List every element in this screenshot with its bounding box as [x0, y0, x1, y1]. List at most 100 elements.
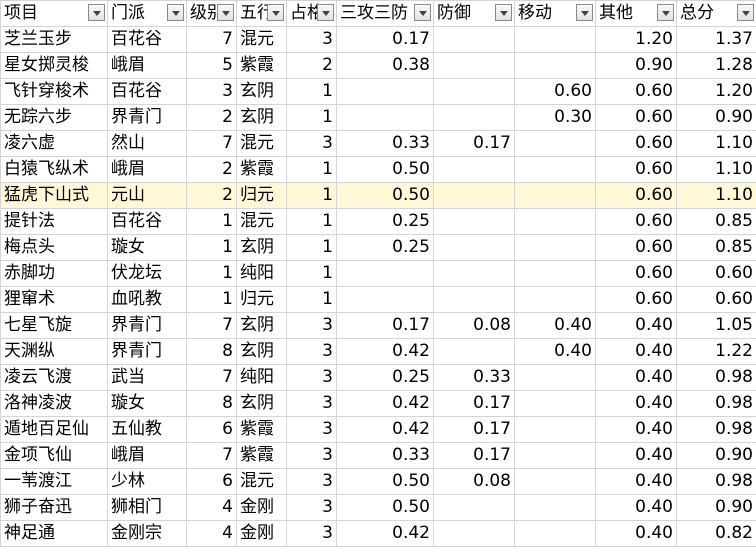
cell-element[interactable]: 紫霞 [237, 157, 287, 183]
cell-slots[interactable]: 3 [287, 365, 337, 391]
cell-slots[interactable]: 1 [287, 209, 337, 235]
cell-slots[interactable]: 3 [287, 469, 337, 495]
cell-total[interactable]: 0.90 [677, 105, 756, 131]
cell-project[interactable]: 赤脚功 [1, 261, 108, 287]
cell-attack-defense[interactable]: 0.17 [337, 27, 434, 53]
cell-sect[interactable]: 伏龙坛 [108, 261, 187, 287]
cell-defense[interactable] [434, 339, 515, 365]
cell-level[interactable]: 1 [187, 261, 237, 287]
cell-project[interactable]: 飞针穿梭术 [1, 79, 108, 105]
cell-movement[interactable] [515, 261, 596, 287]
cell-movement[interactable] [515, 235, 596, 261]
cell-slots[interactable]: 3 [287, 521, 337, 547]
cell-attack-defense[interactable] [337, 287, 434, 313]
cell-project[interactable]: 凌云飞渡 [1, 365, 108, 391]
cell-movement[interactable] [515, 521, 596, 547]
cell-other[interactable]: 0.60 [596, 105, 677, 131]
cell-total[interactable]: 0.98 [677, 391, 756, 417]
cell-movement[interactable]: 0.60 [515, 79, 596, 105]
cell-attack-defense[interactable]: 0.33 [337, 131, 434, 157]
cell-element[interactable]: 玄阴 [237, 313, 287, 339]
cell-slots[interactable]: 3 [287, 443, 337, 469]
cell-project[interactable]: 七星飞旋 [1, 313, 108, 339]
cell-attack-defense[interactable]: 0.50 [337, 157, 434, 183]
cell-level[interactable]: 7 [187, 313, 237, 339]
cell-defense[interactable] [434, 261, 515, 287]
cell-other[interactable]: 0.90 [596, 53, 677, 79]
cell-element[interactable]: 金刚 [237, 521, 287, 547]
cell-level[interactable]: 1 [187, 209, 237, 235]
cell-slots[interactable]: 3 [287, 495, 337, 521]
cell-project[interactable]: 金项飞仙 [1, 443, 108, 469]
cell-attack-defense[interactable]: 0.17 [337, 313, 434, 339]
cell-slots[interactable]: 1 [287, 183, 337, 209]
cell-other[interactable]: 0.40 [596, 495, 677, 521]
cell-sect[interactable]: 五仙教 [108, 417, 187, 443]
filter-dropdown-icon[interactable] [737, 4, 754, 21]
filter-dropdown-icon[interactable] [267, 4, 284, 21]
cell-project[interactable]: 神足通 [1, 521, 108, 547]
cell-element[interactable]: 玄阴 [237, 105, 287, 131]
cell-slots[interactable]: 1 [287, 287, 337, 313]
cell-level[interactable]: 1 [187, 287, 237, 313]
cell-slots[interactable]: 1 [287, 105, 337, 131]
filter-dropdown-icon[interactable] [317, 4, 334, 21]
cell-sect[interactable]: 武当 [108, 365, 187, 391]
cell-attack-defense[interactable] [337, 261, 434, 287]
cell-other[interactable]: 0.60 [596, 235, 677, 261]
cell-movement[interactable] [515, 53, 596, 79]
cell-slots[interactable]: 3 [287, 339, 337, 365]
cell-other[interactable]: 0.60 [596, 209, 677, 235]
cell-sect[interactable]: 百花谷 [108, 79, 187, 105]
cell-total[interactable]: 1.10 [677, 157, 756, 183]
cell-total[interactable]: 0.85 [677, 235, 756, 261]
cell-sect[interactable]: 金刚宗 [108, 521, 187, 547]
cell-total[interactable]: 0.60 [677, 287, 756, 313]
cell-defense[interactable]: 0.33 [434, 365, 515, 391]
cell-slots[interactable]: 1 [287, 235, 337, 261]
cell-other[interactable]: 0.40 [596, 365, 677, 391]
cell-project[interactable]: 天渊纵 [1, 339, 108, 365]
cell-element[interactable]: 归元 [237, 287, 287, 313]
cell-total[interactable]: 1.10 [677, 183, 756, 209]
cell-level[interactable]: 6 [187, 469, 237, 495]
filter-dropdown-icon[interactable] [217, 4, 234, 21]
cell-element[interactable]: 纯阳 [237, 365, 287, 391]
cell-project[interactable]: 猛虎下山式 [1, 183, 108, 209]
cell-element[interactable]: 金刚 [237, 495, 287, 521]
cell-movement[interactable] [515, 27, 596, 53]
cell-project[interactable]: 提针法 [1, 209, 108, 235]
cell-project[interactable]: 洛神凌波 [1, 391, 108, 417]
cell-movement[interactable] [515, 469, 596, 495]
cell-defense[interactable] [434, 27, 515, 53]
cell-total[interactable]: 0.98 [677, 417, 756, 443]
cell-attack-defense[interactable]: 0.42 [337, 339, 434, 365]
cell-movement[interactable] [515, 365, 596, 391]
cell-movement[interactable] [515, 209, 596, 235]
cell-defense[interactable] [434, 53, 515, 79]
cell-level[interactable]: 7 [187, 131, 237, 157]
cell-attack-defense[interactable]: 0.33 [337, 443, 434, 469]
cell-other[interactable]: 0.40 [596, 313, 677, 339]
cell-other[interactable]: 0.40 [596, 417, 677, 443]
cell-slots[interactable]: 1 [287, 79, 337, 105]
cell-defense[interactable]: 0.17 [434, 391, 515, 417]
cell-project[interactable]: 无踪六步 [1, 105, 108, 131]
filter-dropdown-icon[interactable] [414, 4, 431, 21]
cell-element[interactable]: 归元 [237, 183, 287, 209]
cell-level[interactable]: 2 [187, 157, 237, 183]
cell-total[interactable]: 1.10 [677, 131, 756, 157]
cell-other[interactable]: 0.40 [596, 443, 677, 469]
cell-sect[interactable]: 界青门 [108, 105, 187, 131]
cell-slots[interactable]: 3 [287, 131, 337, 157]
cell-slots[interactable]: 3 [287, 391, 337, 417]
cell-defense[interactable] [434, 235, 515, 261]
cell-other[interactable]: 0.40 [596, 521, 677, 547]
filter-dropdown-icon[interactable] [657, 4, 674, 21]
cell-total[interactable]: 1.37 [677, 27, 756, 53]
cell-other[interactable]: 0.40 [596, 339, 677, 365]
cell-other[interactable]: 0.60 [596, 157, 677, 183]
cell-sect[interactable]: 元山 [108, 183, 187, 209]
cell-movement[interactable]: 0.30 [515, 105, 596, 131]
cell-attack-defense[interactable]: 0.38 [337, 53, 434, 79]
